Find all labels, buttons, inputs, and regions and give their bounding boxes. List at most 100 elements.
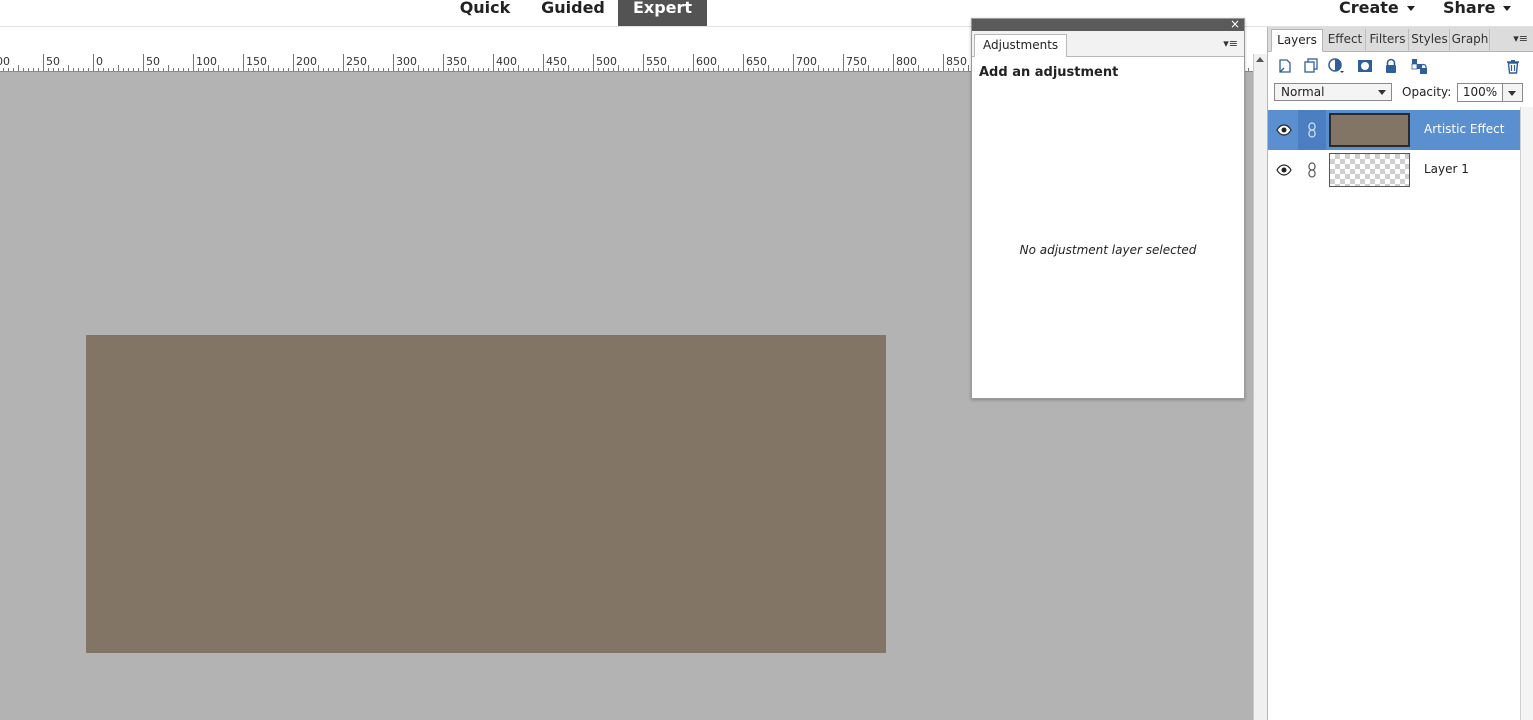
create-menu[interactable]: Create bbox=[1339, 0, 1415, 20]
mode-tab-expert[interactable]: Expert bbox=[618, 0, 707, 26]
ruler-tick bbox=[258, 68, 259, 71]
adjustments-panel-titlebar[interactable]: × bbox=[972, 17, 1244, 31]
ruler-tick bbox=[588, 68, 589, 71]
ruler-label: 350 bbox=[446, 55, 467, 68]
ruler-tick bbox=[508, 68, 509, 71]
ruler-tick bbox=[133, 68, 134, 71]
panel-menu-icon[interactable]: ▾≡ bbox=[1513, 32, 1528, 45]
new-layer-icon[interactable] bbox=[1276, 57, 1294, 75]
ruler-tick bbox=[408, 68, 409, 71]
blend-mode-select[interactable]: Normal bbox=[1274, 83, 1392, 101]
layer-link-cell[interactable] bbox=[1298, 110, 1326, 150]
ruler-tick bbox=[208, 68, 209, 71]
ruler-tick bbox=[248, 68, 249, 71]
ruler-tick bbox=[648, 68, 649, 71]
ruler-tick bbox=[183, 68, 184, 71]
ruler-tick bbox=[853, 68, 854, 71]
panel-menu-icon[interactable]: ▾≡ bbox=[1223, 37, 1238, 50]
ruler-tick bbox=[423, 68, 424, 71]
ruler-tick bbox=[128, 68, 129, 71]
ruler-tick bbox=[138, 68, 139, 71]
close-icon[interactable]: × bbox=[1230, 17, 1240, 31]
adjustment-layer-icon[interactable] bbox=[1327, 57, 1345, 75]
ruler-tick bbox=[213, 68, 214, 71]
layer-mask-icon[interactable] bbox=[1356, 57, 1374, 75]
layer-row-layer-1[interactable]: Layer 1 bbox=[1268, 150, 1520, 190]
ruler-tick bbox=[348, 68, 349, 71]
ruler-label: 00 bbox=[0, 55, 10, 68]
layer-thumbnail bbox=[1329, 153, 1410, 187]
opacity-dropdown-button[interactable] bbox=[1503, 83, 1523, 102]
ruler-tick bbox=[673, 68, 674, 71]
opacity-input[interactable]: 100% bbox=[1457, 83, 1503, 102]
layer-thumbnail bbox=[1329, 113, 1410, 147]
ruler-tick bbox=[623, 68, 624, 71]
scroll-up-arrow-icon[interactable] bbox=[1256, 57, 1264, 62]
opacity-label: Opacity: bbox=[1402, 85, 1452, 99]
ruler-tick bbox=[693, 54, 694, 71]
ruler-tick bbox=[583, 68, 584, 71]
ruler-tick bbox=[838, 68, 839, 71]
new-group-icon[interactable] bbox=[1302, 57, 1320, 75]
ruler-tick bbox=[498, 68, 499, 71]
mode-tab-quick[interactable]: Quick bbox=[450, 0, 520, 26]
layer-name: Layer 1 bbox=[1424, 162, 1469, 176]
ruler-tick bbox=[318, 65, 319, 71]
document-image[interactable] bbox=[86, 335, 886, 653]
ruler-tick bbox=[848, 68, 849, 71]
ruler-tick bbox=[493, 54, 494, 71]
ruler-tick bbox=[353, 68, 354, 71]
mode-bar: Quick Guided Expert Create Share bbox=[0, 0, 1533, 27]
tab-filters[interactable]: Filters bbox=[1367, 29, 1409, 52]
layer-row-artistic-effect[interactable]: Artistic Effect bbox=[1268, 110, 1520, 150]
layer-name: Artistic Effect bbox=[1424, 122, 1505, 136]
share-menu[interactable]: Share bbox=[1443, 0, 1512, 20]
ruler-tick bbox=[473, 68, 474, 71]
ruler-label: 550 bbox=[646, 55, 667, 68]
layers-vertical-scrollbar[interactable] bbox=[1520, 107, 1533, 720]
ruler-tick bbox=[613, 68, 614, 71]
canvas-vertical-scrollbar[interactable] bbox=[1253, 54, 1267, 720]
ruler-tick bbox=[638, 68, 639, 71]
adjustments-panel: × Adjustments ▾≡ Add an adjustment No ad… bbox=[971, 17, 1245, 399]
trash-icon[interactable] bbox=[1504, 57, 1522, 75]
ruler-tick bbox=[323, 68, 324, 71]
ruler-tick bbox=[893, 54, 894, 71]
ruler-tick bbox=[918, 65, 919, 71]
ruler-tick bbox=[933, 68, 934, 71]
lock-icon[interactable] bbox=[1382, 57, 1400, 75]
ruler-tick bbox=[158, 68, 159, 71]
ruler-tick bbox=[728, 68, 729, 71]
tab-graphics[interactable]: Graph bbox=[1451, 29, 1490, 52]
ruler-tick bbox=[608, 68, 609, 71]
ruler-tick bbox=[663, 68, 664, 71]
ruler-tick bbox=[303, 68, 304, 71]
ruler-label: 400 bbox=[496, 55, 517, 68]
layers-panel: Layers Effect Filters Styles Graph ▾≡ No… bbox=[1267, 27, 1533, 720]
ruler-tick bbox=[818, 65, 819, 71]
mode-tab-guided[interactable]: Guided bbox=[532, 0, 614, 26]
ruler-tick bbox=[143, 54, 144, 71]
ruler-tick bbox=[833, 68, 834, 71]
lock-transparency-icon[interactable] bbox=[1410, 57, 1428, 75]
ruler-tick bbox=[713, 68, 714, 71]
layer-link-cell[interactable] bbox=[1298, 150, 1326, 190]
tab-layers[interactable]: Layers bbox=[1271, 29, 1323, 52]
ruler-tick bbox=[823, 68, 824, 71]
ruler-tick bbox=[333, 68, 334, 71]
ruler-tick bbox=[958, 68, 959, 71]
visibility-eye-icon[interactable] bbox=[1276, 122, 1292, 138]
tab-effects[interactable]: Effect bbox=[1325, 29, 1366, 52]
ruler-tick bbox=[733, 68, 734, 71]
ruler-tick bbox=[293, 54, 294, 71]
chain-link-icon bbox=[1308, 162, 1316, 178]
ruler-tick bbox=[903, 68, 904, 71]
visibility-eye-icon[interactable] bbox=[1276, 162, 1292, 178]
ruler-tick bbox=[283, 68, 284, 71]
ruler-tick bbox=[643, 54, 644, 71]
ruler-tick bbox=[363, 68, 364, 71]
tab-styles[interactable]: Styles bbox=[1410, 29, 1450, 52]
tab-adjustments[interactable]: Adjustments bbox=[974, 34, 1068, 57]
ruler-tick bbox=[768, 65, 769, 71]
ruler-tick bbox=[413, 68, 414, 71]
